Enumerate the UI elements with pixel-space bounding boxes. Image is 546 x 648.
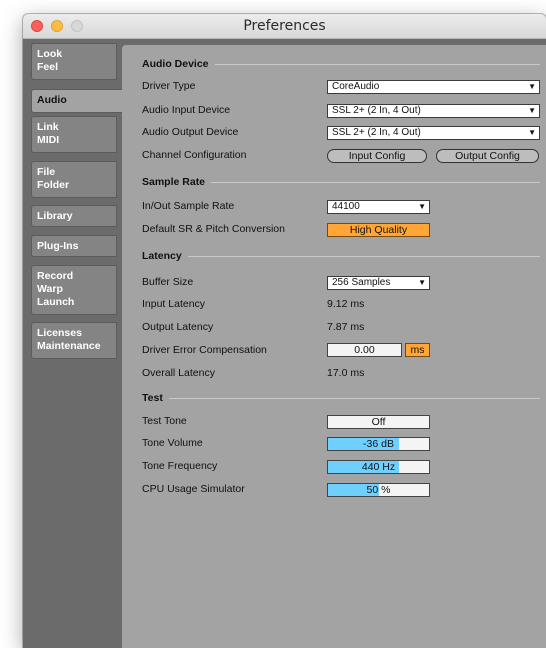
tab-label: Link [37,121,59,133]
driver-error-field[interactable]: 0.00 [327,343,402,357]
tab-label: Library [37,210,73,222]
section-heading: Latency [142,250,182,262]
default-sr-toggle[interactable]: High Quality [327,223,430,237]
cpu-usage-slider[interactable]: 50 % [327,483,430,497]
chevron-down-icon: ▼ [528,106,536,115]
tone-frequency-label: Tone Frequency [142,460,218,472]
output-latency-value: 7.87 ms [327,321,365,333]
input-config-button[interactable]: Input Config [327,149,427,163]
output-config-button[interactable]: Output Config [436,149,539,163]
tab-licenses-maintenance[interactable]: Licenses Maintenance [31,322,117,359]
divider [214,63,540,65]
preferences-window: Preferences Look Feel Audio Link MIDI Fi… [23,14,546,648]
sample-rate-dropdown[interactable]: 44100 ▼ [327,200,430,214]
tab-record-warp-launch[interactable]: Record Warp Launch [31,265,117,315]
input-latency-value: 9.12 ms [327,298,365,310]
dropdown-value: CoreAudio [332,81,380,92]
overall-latency-label: Overall Latency [142,367,215,379]
input-device-label: Audio Input Device [142,104,231,116]
tab-label: MIDI [37,134,60,146]
divider [187,255,540,257]
section-heading: Sample Rate [142,176,206,188]
tab-file-folder[interactable]: File Folder [31,161,117,198]
tab-label: Audio [37,94,67,106]
tab-label: Plug-Ins [37,240,79,252]
tab-link-midi[interactable]: Link MIDI [31,116,117,153]
output-latency-label: Output Latency [142,321,214,333]
driver-error-unit-toggle[interactable]: ms [405,343,430,357]
tab-label: Record [37,270,74,282]
tab-label: Licenses [37,327,82,339]
input-device-dropdown[interactable]: SSL 2+ (2 In, 4 Out) ▼ [327,104,540,118]
chevron-down-icon: ▼ [528,82,536,91]
driver-error-label: Driver Error Compensation [142,344,267,356]
input-latency-label: Input Latency [142,298,206,310]
tab-library[interactable]: Library [31,205,117,227]
slider-value: -36 dB [363,438,394,450]
tab-look-feel[interactable]: Look Feel [31,43,117,80]
dropdown-value: SSL 2+ (2 In, 4 Out) [332,127,421,138]
chevron-down-icon: ▼ [528,128,536,137]
section-heading: Test [142,392,163,404]
section-test: Test [142,392,540,404]
inout-sample-rate-label: In/Out Sample Rate [142,200,235,212]
cpu-usage-label: CPU Usage Simulator [142,483,245,495]
tab-label: File [37,166,56,178]
tab-label: Warp [37,283,63,295]
driver-type-label: Driver Type [142,80,196,92]
dropdown-value: 256 Samples [332,277,391,288]
section-audio-device: Audio Device [142,58,540,70]
dropdown-value: 44100 [332,201,360,212]
output-device-dropdown[interactable]: SSL 2+ (2 In, 4 Out) ▼ [327,126,540,140]
dropdown-value: SSL 2+ (2 In, 4 Out) [332,105,421,116]
tone-volume-slider[interactable]: -36 dB [327,437,430,451]
slider-value: 50 % [366,484,391,496]
tab-label: Launch [37,296,75,308]
tab-label: Look [37,48,63,60]
chevron-down-icon: ▼ [418,202,426,211]
section-heading: Audio Device [142,58,209,70]
section-latency: Latency [142,250,540,262]
title-bar: Preferences [23,14,546,39]
slider-value: 440 Hz [361,461,396,473]
tab-plug-ins[interactable]: Plug-Ins [31,235,117,257]
tab-label: Maintenance [37,340,101,352]
driver-type-dropdown[interactable]: CoreAudio ▼ [327,80,540,94]
window-title: Preferences [243,18,326,34]
overall-latency-value: 17.0 ms [327,367,365,379]
audio-preferences-panel: Audio Device Driver Type CoreAudio ▼ Aud… [122,45,546,648]
tab-audio[interactable]: Audio [31,89,125,113]
channel-config-label: Channel Configuration [142,149,247,161]
buffer-size-label: Buffer Size [142,276,194,288]
output-device-label: Audio Output Device [142,126,239,138]
tab-label: Folder [37,179,70,191]
section-sample-rate: Sample Rate [142,176,540,188]
tone-volume-label: Tone Volume [142,437,203,449]
test-tone-toggle[interactable]: Off [327,415,430,429]
divider [168,397,540,399]
buffer-size-dropdown[interactable]: 256 Samples ▼ [327,276,430,290]
test-tone-label: Test Tone [142,415,187,427]
chevron-down-icon: ▼ [418,278,426,287]
divider [211,181,540,183]
default-sr-label: Default SR & Pitch Conversion [142,223,285,235]
tone-frequency-slider[interactable]: 440 Hz [327,460,430,474]
tab-label: Feel [37,61,59,73]
